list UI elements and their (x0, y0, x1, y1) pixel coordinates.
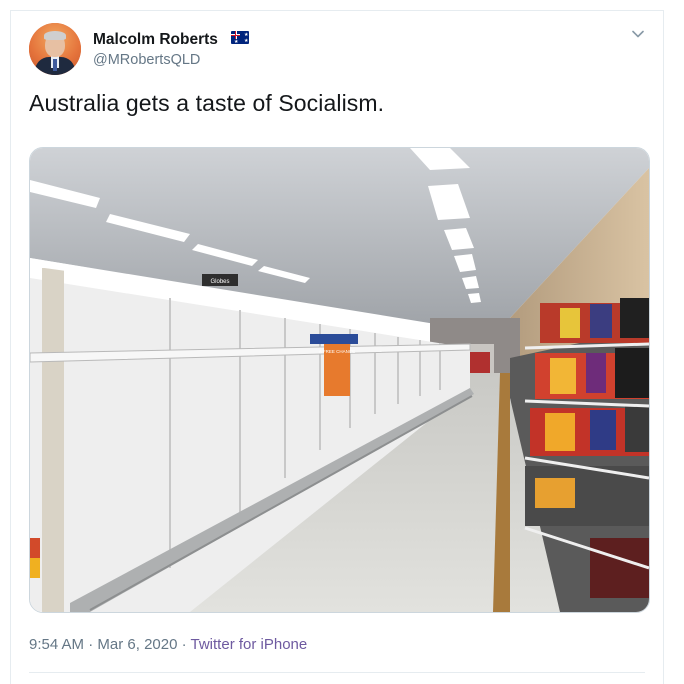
author-handle[interactable]: @MRobertsQLD (93, 52, 200, 68)
tweet-date[interactable]: Mar 6, 2020 (97, 636, 177, 653)
tweet-source-link[interactable]: Twitter for iPhone (191, 636, 308, 653)
avatar[interactable] (29, 23, 81, 75)
tweet-meta: 9:54 AM · Mar 6, 2020 · Twitter for iPho… (29, 636, 307, 653)
tweet-photo[interactable]: Globes A FREE CHANCE (29, 147, 650, 613)
photo-sign-text: Globes (210, 279, 229, 285)
empty-supermarket-aisle-image: Globes A FREE CHANCE (30, 148, 649, 612)
meta-separator: · (88, 636, 94, 653)
tweet-time[interactable]: 9:54 AM (29, 636, 84, 653)
photo-poster-text: A FREE CHANCE (319, 349, 355, 354)
divider (29, 672, 645, 673)
tweet-card: Malcolm Roberts ★ ★ ★ @MRobertsQLD Austr… (10, 10, 664, 684)
australia-flag-icon: ★ ★ ★ (231, 31, 249, 44)
tweet-text: Australia gets a taste of Socialism. (29, 90, 385, 116)
chevron-down-icon[interactable] (631, 27, 645, 41)
author-name[interactable]: Malcolm Roberts (93, 31, 218, 49)
meta-separator: · (181, 636, 187, 653)
